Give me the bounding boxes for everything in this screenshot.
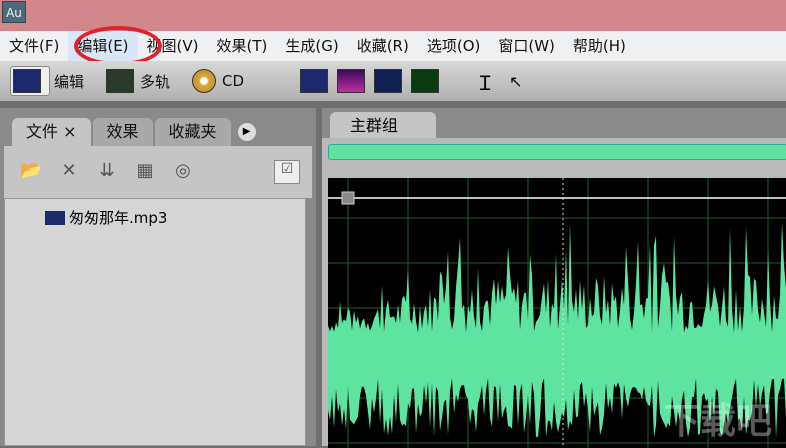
tab-files[interactable]: 文件 × <box>12 118 91 146</box>
menu-effects[interactable]: 效果(T) <box>208 31 277 61</box>
app-logo: Au <box>2 1 26 23</box>
menu-file[interactable]: 文件(F) <box>0 31 68 61</box>
files-panel: 文件 × 效果 收藏夹 ▶ 📂 ✕ ⇊ ▦ ◎ ☑ 匆匆那年.mp3 <box>0 108 316 446</box>
select-tool-icon[interactable]: ↖ <box>509 72 522 91</box>
edit-label: 编辑 <box>54 72 85 91</box>
menu-help[interactable]: 帮助(H) <box>564 31 635 61</box>
tab-main-group[interactable]: 主群组 <box>330 112 436 140</box>
menu-generate[interactable]: 生成(G) <box>276 31 347 61</box>
cd-label: CD <box>222 72 245 90</box>
multitrack-button[interactable]: 多轨 <box>106 69 170 93</box>
menu-window[interactable]: 窗口(W) <box>489 31 564 61</box>
audio-file-icon <box>45 210 65 225</box>
close-file-icon[interactable]: ✕ <box>56 160 82 184</box>
tab-favorites[interactable]: 收藏夹 <box>154 118 231 146</box>
waveform-icon <box>13 69 41 93</box>
insert-cd-icon[interactable]: ◎ <box>170 160 196 184</box>
file-list: 匆匆那年.mp3 <box>4 198 306 446</box>
list-item[interactable]: 匆匆那年.mp3 <box>45 207 167 228</box>
watermark: 下载吧 <box>663 401 772 442</box>
phase-view-icon[interactable] <box>411 69 440 93</box>
cd-button[interactable]: CD <box>192 69 244 93</box>
menu-options[interactable]: 选项(O) <box>418 31 490 61</box>
highlight-circle <box>74 26 162 66</box>
close-tab-icon[interactable]: × <box>63 122 76 141</box>
insert-multitrack-icon[interactable]: ▦ <box>132 160 158 184</box>
panel-menu-icon[interactable]: ▶ <box>237 123 256 141</box>
multitrack-label: 多轨 <box>140 72 171 91</box>
file-name: 匆匆那年.mp3 <box>69 209 168 227</box>
text-cursor-tool-icon[interactable]: Ｉ <box>475 67 495 96</box>
insert-edit-icon[interactable]: ⇊ <box>94 160 120 184</box>
edit-view-button[interactable]: 编辑 <box>10 66 84 96</box>
multitrack-icon <box>106 69 135 93</box>
toolbar: 编辑 多轨 CD Ｉ ↖ <box>0 61 786 101</box>
envelope-handle <box>341 191 355 205</box>
tab-effects[interactable]: 效果 <box>92 118 153 146</box>
zoom-scrollbar[interactable] <box>328 144 786 160</box>
open-file-icon[interactable]: 📂 <box>18 160 44 184</box>
pan-view-icon[interactable] <box>374 69 403 93</box>
cd-icon <box>192 69 217 93</box>
show-options-icon[interactable]: ☑ <box>274 160 300 184</box>
spectral-view-icon[interactable] <box>337 69 366 93</box>
menu-favorites[interactable]: 收藏(R) <box>348 31 418 61</box>
waveform-view-icon[interactable] <box>300 69 329 93</box>
